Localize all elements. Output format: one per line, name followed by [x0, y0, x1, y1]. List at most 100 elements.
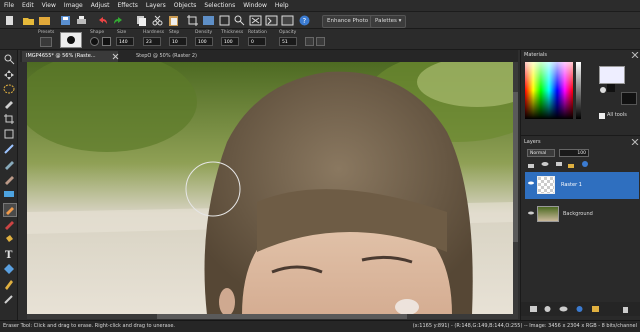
all-tools-checkbox[interactable]: [599, 113, 605, 119]
crop-icon[interactable]: [186, 14, 199, 27]
actual-size-icon[interactable]: [265, 14, 278, 27]
shape-tool-icon[interactable]: [3, 263, 15, 275]
menu-file[interactable]: File: [0, 0, 18, 12]
flood-fill-tool-icon[interactable]: [3, 233, 15, 245]
zoom-tool-icon[interactable]: [3, 53, 15, 65]
straighten-tool-icon[interactable]: [3, 128, 15, 140]
tab-stepo[interactable]: StepO @ 50% (Raster 2): [132, 51, 230, 62]
mask-icon[interactable]: [581, 160, 589, 168]
image-canvas[interactable]: [27, 62, 513, 315]
eraser-tool-icon[interactable]: [3, 203, 17, 217]
palettes-button[interactable]: Palettes ▾: [370, 15, 407, 28]
dropper-tool-icon[interactable]: [3, 97, 15, 109]
undo-icon[interactable]: [96, 14, 109, 27]
menu-image[interactable]: Image: [60, 0, 87, 12]
close-layers-icon[interactable]: [631, 138, 639, 146]
horizontal-scrollbar[interactable]: [27, 314, 518, 319]
layer-name: Background: [563, 211, 593, 217]
fit-window-icon[interactable]: [249, 14, 262, 27]
open-folder-icon[interactable]: [22, 14, 35, 27]
tab-imgp4655[interactable]: IMGP4655* @ 56% (Raste...: [22, 51, 118, 62]
zoom-icon[interactable]: [233, 14, 246, 27]
size-label: Size: [117, 30, 127, 35]
warp-tool-icon[interactable]: [3, 293, 15, 305]
layer-opacity-field[interactable]: 100: [559, 149, 589, 157]
cut-icon[interactable]: [151, 14, 164, 27]
help-icon[interactable]: ?: [298, 14, 311, 27]
stroke-mode-icon[interactable]: [305, 37, 314, 46]
text-cursor-tool-icon[interactable]: [3, 143, 15, 155]
selection-tool-icon[interactable]: [3, 83, 15, 95]
crop-tool-icon[interactable]: [3, 113, 15, 125]
layer-effects-icon[interactable]: [591, 305, 600, 313]
visibility-icon[interactable]: [541, 160, 549, 168]
thickness-label: Thickness: [221, 30, 244, 35]
background-swatch[interactable]: [607, 84, 615, 92]
menu-selections[interactable]: Selections: [200, 0, 239, 12]
pen-tool-icon[interactable]: [3, 278, 15, 290]
foreground-swatch[interactable]: [599, 66, 625, 84]
red-eye-tool-icon[interactable]: [3, 158, 15, 170]
layer-row-background[interactable]: Background: [525, 202, 639, 226]
save-icon[interactable]: [59, 14, 72, 27]
menu-view[interactable]: View: [38, 0, 60, 12]
lock-icon[interactable]: [527, 160, 535, 168]
step-field[interactable]: 10: [169, 37, 187, 46]
visibility-eye-icon[interactable]: [528, 210, 534, 216]
delete-layer-icon[interactable]: [621, 305, 630, 313]
swap-colors-icon[interactable]: [599, 86, 607, 94]
link-icon[interactable]: [555, 160, 563, 168]
menu-edit[interactable]: Edit: [18, 0, 38, 12]
brush-tool-icon[interactable]: [3, 218, 15, 230]
copy-icon[interactable]: [135, 14, 148, 27]
menu-help[interactable]: Help: [271, 0, 293, 12]
tools-toolbar: T: [0, 50, 18, 320]
move-tool-icon[interactable]: [3, 69, 15, 81]
new-layer-icon[interactable]: [529, 305, 538, 313]
menu-window[interactable]: Window: [239, 0, 271, 12]
browse-icon[interactable]: [38, 14, 51, 27]
layer-row-raster-1[interactable]: Raster 1: [525, 172, 639, 199]
mask-mode-icon[interactable]: [559, 305, 568, 313]
menu-effects[interactable]: Effects: [113, 0, 141, 12]
image-icon[interactable]: [202, 14, 215, 27]
paste-icon[interactable]: [167, 14, 180, 27]
continuous-icon[interactable]: [316, 37, 325, 46]
menu-layers[interactable]: Layers: [142, 0, 170, 12]
layer-properties-icon[interactable]: [281, 14, 294, 27]
layer-thumbnail: [537, 176, 555, 194]
print-icon[interactable]: [75, 14, 88, 27]
color-picker[interactable]: [525, 62, 573, 119]
redo-icon[interactable]: [112, 14, 125, 27]
blend-mode-dropdown[interactable]: Normal: [527, 149, 555, 157]
rotation-field[interactable]: 0: [248, 37, 266, 46]
document-tabs: IMGP4655* @ 56% (Raste... StepO @ 50% (R…: [20, 50, 518, 62]
texture-swatch[interactable]: [621, 92, 637, 105]
shape-square-button[interactable]: [102, 37, 111, 46]
menu-adjust[interactable]: Adjust: [87, 0, 114, 12]
size-field[interactable]: 140: [116, 37, 134, 46]
clone-tool-icon[interactable]: [3, 173, 15, 185]
grayscale-strip[interactable]: [576, 62, 581, 119]
density-field[interactable]: 100: [195, 37, 213, 46]
shape-round-button[interactable]: [90, 37, 99, 46]
visibility-eye-icon[interactable]: [528, 180, 534, 186]
new-file-icon[interactable]: [3, 14, 16, 27]
resize-icon[interactable]: [218, 14, 231, 27]
fill-tool-icon[interactable]: [3, 188, 15, 200]
opacity-field[interactable]: 51: [279, 37, 297, 46]
text-tool-icon[interactable]: T: [3, 248, 15, 261]
brush-tip-preview[interactable]: [60, 32, 82, 48]
hardness-field[interactable]: 23: [143, 37, 161, 46]
close-tab-icon[interactable]: [112, 53, 119, 60]
presets-dropdown[interactable]: [40, 37, 52, 47]
vertical-scrollbar[interactable]: [513, 62, 518, 315]
close-palette-icon[interactable]: [631, 51, 639, 59]
rotation-label: Rotation: [248, 30, 267, 35]
hardness-label: Hardness: [143, 30, 165, 35]
thickness-field[interactable]: 100: [221, 37, 239, 46]
menu-objects[interactable]: Objects: [170, 0, 201, 12]
adjustment-layer-icon[interactable]: [575, 305, 584, 313]
lock-transparency-icon[interactable]: [567, 160, 575, 168]
layer-group-icon[interactable]: [543, 305, 552, 313]
